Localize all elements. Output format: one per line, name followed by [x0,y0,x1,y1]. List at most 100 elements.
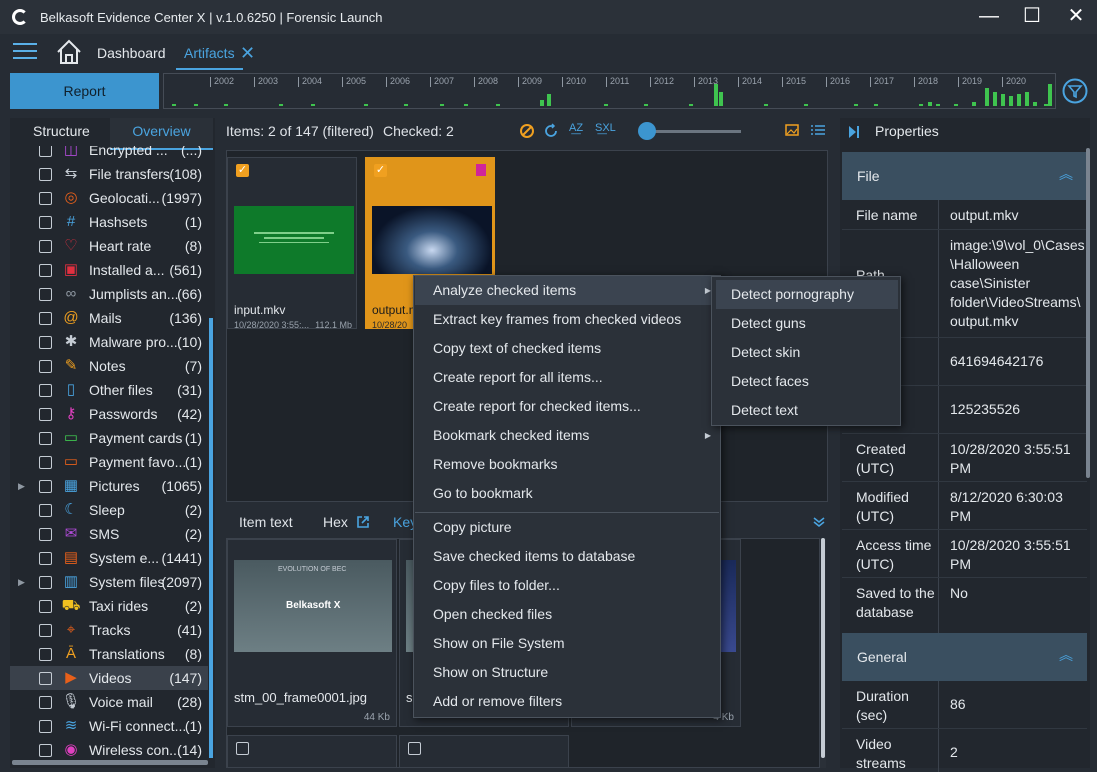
external-link-icon[interactable] [356,515,370,529]
tree-item[interactable]: ▶ Videos (147) [10,666,208,690]
tree-checkbox[interactable] [39,599,52,613]
chevron-up-icon[interactable]: ︽ [1059,645,1073,665]
timeline[interactable]: 2002 2003 2004 2005 2006 2007 2008 2009 2010 2011… [163,73,1056,109]
thumbnail-view-icon[interactable] [785,124,799,136]
property-row[interactable]: Created (UTC) 10/28/2020 3:55:51 PM [842,434,1087,482]
tab-dashboard[interactable]: Dashboard [97,45,166,61]
collapse-panel-icon[interactable] [848,125,860,139]
list-view-icon[interactable] [810,124,826,136]
tab-item-text[interactable]: Item text [239,514,293,530]
thumbnail-checkbox[interactable]: ✓ [374,164,387,177]
tree-checkbox[interactable] [39,671,52,685]
context-menu-item[interactable]: Show on File System [415,629,719,658]
tree-item[interactable]: 🎙 Voice mail (28) [10,690,208,714]
filter-icon[interactable] [1062,78,1088,104]
tree-checkbox[interactable] [39,743,52,757]
thumbnail-checkbox[interactable]: ✓ [236,164,249,177]
tree-hscrollbar[interactable] [12,760,208,765]
tree-item[interactable]: ✉ SMS (2) [10,522,208,546]
frames-scroll-thumb[interactable] [821,538,825,758]
tree-checkbox[interactable] [39,527,52,541]
maximize-button[interactable]: ☐ [1018,4,1046,28]
context-menu-item[interactable]: Copy text of checked items [415,334,719,363]
tree-item[interactable]: ♡ Heart rate (8) [10,234,208,258]
home-icon[interactable] [55,38,83,66]
context-menu-item[interactable]: Add or remove filters [415,687,719,716]
tree-item[interactable]: ▤ System e... (1441) [10,546,208,570]
thumbnail-item[interactable]: ✓ input.mkv 10/28/2020 3:55:... 112.1 Mb [227,157,357,330]
chevron-down-icon[interactable] [812,516,826,528]
frame-item[interactable] [399,735,569,767]
tree-item[interactable]: Ā Translations (8) [10,642,208,666]
tree-checkbox[interactable] [39,503,52,517]
tree-item[interactable]: ☾ Sleep (2) [10,498,208,522]
property-row[interactable]: Duration (sec) 86 [842,681,1087,729]
menu-icon[interactable] [13,43,37,61]
tree-checkbox[interactable] [39,479,52,493]
zoom-slider-knob[interactable] [638,122,656,140]
context-menu-item[interactable]: Go to bookmark [415,479,719,508]
tree-item[interactable]: ▯ Other files (31) [10,378,208,402]
context-menu-item[interactable]: Create report for all items... [415,363,719,392]
report-button[interactable]: Report [10,73,159,109]
close-tab-icon[interactable]: ✕ [240,43,255,64]
tree-checkbox[interactable] [39,623,52,637]
minimize-button[interactable]: — [975,4,1003,28]
property-row[interactable]: File name output.mkv [842,200,1087,230]
frame-item[interactable] [227,735,397,767]
tree-checkbox[interactable] [39,575,52,589]
tree-checkbox[interactable] [39,263,52,277]
context-menu-item[interactable]: Create report for checked items... [415,392,719,421]
submenu-item[interactable]: Detect pornography [716,280,898,309]
tree-item[interactable]: @ Mails (136) [10,306,208,330]
tree-item[interactable]: ▭ Payment cards (1) [10,426,208,450]
frame-item[interactable]: EVOLUTION OF BEC Belkasoft X stm_00_fram… [227,539,397,727]
tab-artifacts[interactable]: Artifacts [176,34,243,70]
tree-item[interactable]: ▣ Installed a... (561) [10,258,208,282]
chevron-up-icon[interactable]: ︽ [1059,164,1073,184]
context-menu-item[interactable]: Show on Structure [415,658,719,687]
tree-checkbox[interactable] [39,455,52,469]
tree-checkbox[interactable] [39,647,52,661]
tree-item[interactable]: ▶ ▦ Pictures (1065) [10,474,208,498]
tree-item[interactable]: ⚷ Passwords (42) [10,402,208,426]
submenu-item[interactable]: Detect skin [716,338,898,367]
property-row[interactable]: Access time (UTC) 10/28/2020 3:55:51 PM [842,530,1087,578]
tree-checkbox[interactable] [39,335,52,349]
tree-item[interactable]: ▶ ▥ System files (2097) [10,570,208,594]
tree-item[interactable]: ≋ Wi-Fi connect... (1) [10,714,208,738]
context-menu-item[interactable]: Copy picture [415,513,719,542]
context-menu-item[interactable]: Open checked files [415,600,719,629]
property-row[interactable]: Modified (UTC) 8/12/2020 6:30:03 PM [842,482,1087,530]
sort-az-icon[interactable]: A͟Z [569,122,583,134]
tree-item[interactable]: ✎ Notes (7) [10,354,208,378]
tree-item[interactable]: ◎ Geolocati... (1997) [10,186,208,210]
context-menu-item[interactable]: Extract key frames from checked videos [415,305,719,334]
context-menu-item[interactable]: Save checked items to database [415,542,719,571]
tree-checkbox[interactable] [39,215,52,229]
tree-item[interactable]: ▭ Payment favo... (1) [10,450,208,474]
tree-checkbox[interactable] [39,551,52,565]
context-menu-item[interactable]: Analyze checked items ▶ [415,276,719,305]
tree-checkbox[interactable] [39,695,52,709]
tree-checkbox[interactable] [39,719,52,733]
tree-item[interactable]: ⛟ Taxi rides (2) [10,594,208,618]
tree-item[interactable]: # Hashsets (1) [10,210,208,234]
submenu-item[interactable]: Detect guns [716,309,898,338]
refresh-icon[interactable] [543,123,559,139]
submenu-item[interactable]: Detect text [716,396,898,425]
tree-item[interactable]: ✱ Malware pro... (10) [10,330,208,354]
tree-checkbox[interactable] [39,311,52,325]
tree-checkbox[interactable] [39,287,52,301]
size-sort-icon[interactable]: S͟XL [595,122,616,134]
expand-arrow-icon[interactable]: ▶ [18,577,26,588]
tree-scrollbar[interactable] [209,318,213,758]
tree-checkbox[interactable] [39,359,52,373]
close-window-button[interactable]: ✕ [1062,4,1090,28]
tree-checkbox[interactable] [39,167,52,181]
group-file[interactable]: File ︽ [842,152,1087,200]
frames-scrollbar[interactable] [820,538,826,768]
tree-item[interactable]: ⇆ File transfers (108) [10,162,208,186]
tree-checkbox[interactable] [39,431,52,445]
tree-checkbox[interactable] [39,146,52,157]
